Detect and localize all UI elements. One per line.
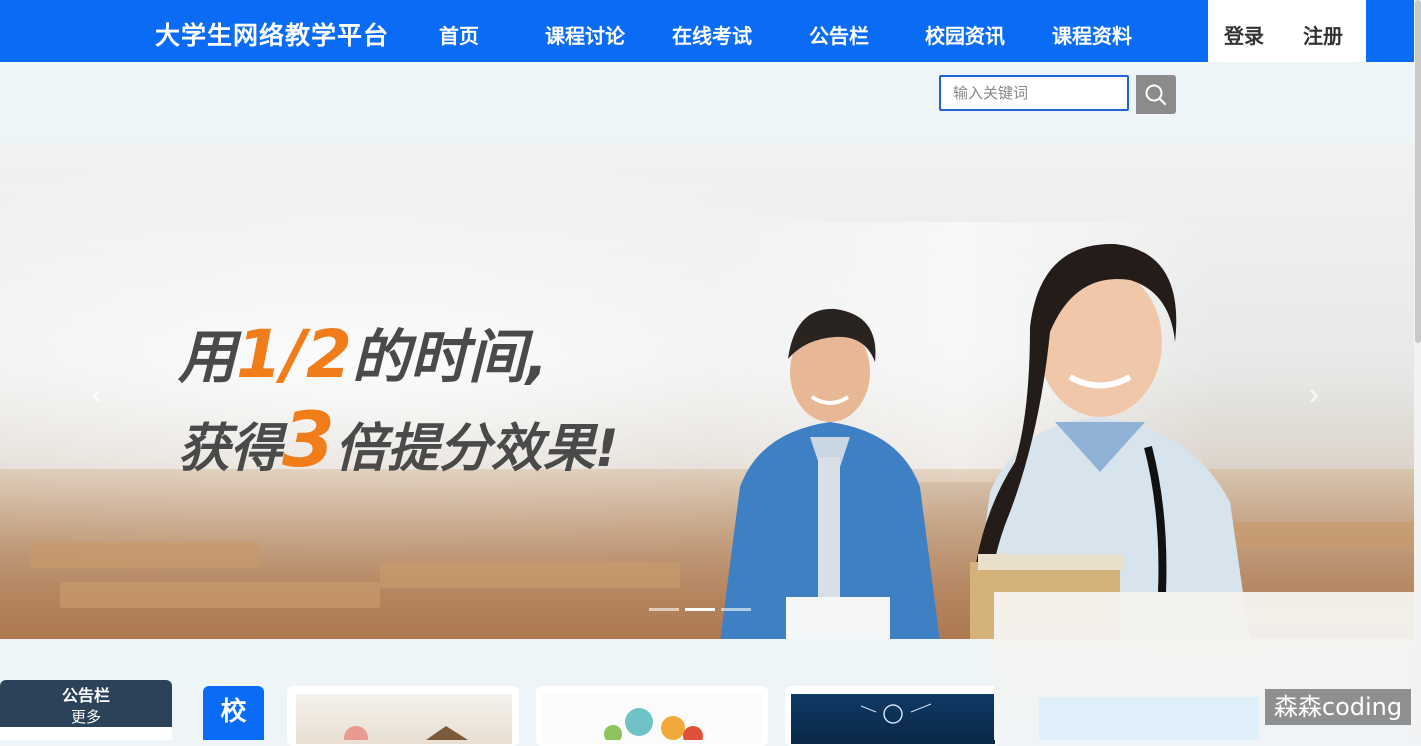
nav-online-exam[interactable]: 在线考试	[672, 20, 752, 49]
nav-course-discussion[interactable]: 课程讨论	[545, 20, 625, 49]
nav-bulletin[interactable]: 公告栏	[809, 20, 869, 49]
login-link[interactable]: 登录	[1224, 20, 1264, 49]
campus-news-tag: 校	[203, 686, 264, 740]
lightbulb-illustration	[860, 703, 932, 724]
carousel-next-button[interactable]: ›	[1309, 378, 1319, 412]
desk	[60, 582, 380, 608]
headline-text: 用	[178, 323, 237, 391]
headline-highlight: 3	[282, 395, 335, 484]
carousel-prev-button[interactable]: ‹	[92, 378, 102, 412]
carousel-dot[interactable]	[649, 608, 679, 611]
scrollbar-thumb[interactable]	[1415, 0, 1421, 343]
bulletin-more-link[interactable]: 更多	[0, 706, 172, 727]
ideas-illustration	[604, 708, 703, 746]
desk	[30, 542, 260, 568]
headline-text: 的时间,	[351, 323, 549, 391]
news-card-image	[791, 694, 995, 744]
nav-campus-news[interactable]: 校园资讯	[925, 20, 1005, 49]
carousel-dot-active[interactable]	[685, 608, 715, 611]
news-card-image	[296, 694, 512, 746]
headline-highlight: 1/2	[236, 316, 352, 393]
student-boy-photo	[720, 308, 940, 639]
banner-headline-line2: 获得3倍提分效果!	[178, 395, 619, 484]
headline-text: 倍提分效果!	[334, 419, 619, 479]
search-button[interactable]	[1136, 75, 1176, 114]
hero-banner: 用1/2的时间, 获得3倍提分效果!	[0, 142, 1421, 639]
carousel-dot[interactable]	[721, 608, 751, 611]
register-link[interactable]: 注册	[1303, 20, 1343, 49]
chevron-right-icon: ›	[1309, 378, 1319, 411]
nav-course-materials[interactable]: 课程资料	[1052, 20, 1132, 49]
bulletin-list	[0, 727, 172, 740]
site-brand[interactable]: 大学生网络教学平台	[155, 16, 389, 52]
webinar-illustration	[344, 726, 468, 746]
search-icon	[1145, 84, 1167, 106]
headline-text: 获得	[178, 419, 283, 479]
search-input[interactable]	[939, 75, 1129, 111]
student-girl-photo	[970, 243, 1250, 639]
bulletin-title: 公告栏	[61, 686, 110, 705]
search-area	[0, 62, 1421, 142]
desk	[380, 562, 680, 588]
watermark: 森森coding	[1265, 689, 1411, 725]
nav-home[interactable]: 首页	[439, 20, 479, 49]
auth-panel: 登录 注册	[1208, 0, 1366, 62]
chevron-left-icon: ‹	[92, 378, 102, 411]
blurred-card	[1039, 697, 1259, 740]
news-card-image	[543, 694, 761, 746]
banner-headline-line1: 用1/2的时间,	[178, 310, 548, 394]
